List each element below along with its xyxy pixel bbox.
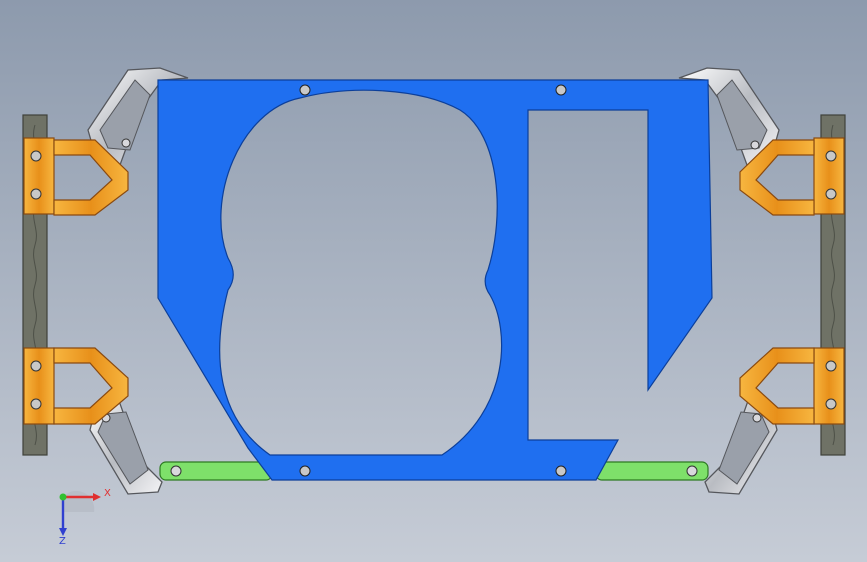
left-green-link[interactable]	[159, 461, 273, 481]
cad-scene[interactable]: X Z	[0, 0, 867, 562]
z-axis-label: Z	[59, 536, 66, 547]
cad-viewport[interactable]: X Z	[0, 0, 867, 562]
plate-bolt-top-left	[299, 84, 311, 96]
x-axis-label: X	[104, 488, 111, 499]
plate-bolt-bottom-left	[299, 465, 311, 477]
y-axis-dot	[59, 493, 67, 501]
plate-bolt-top-right	[555, 84, 567, 96]
plate-bolt-bottom-right	[555, 465, 567, 477]
right-green-link[interactable]	[595, 461, 709, 481]
